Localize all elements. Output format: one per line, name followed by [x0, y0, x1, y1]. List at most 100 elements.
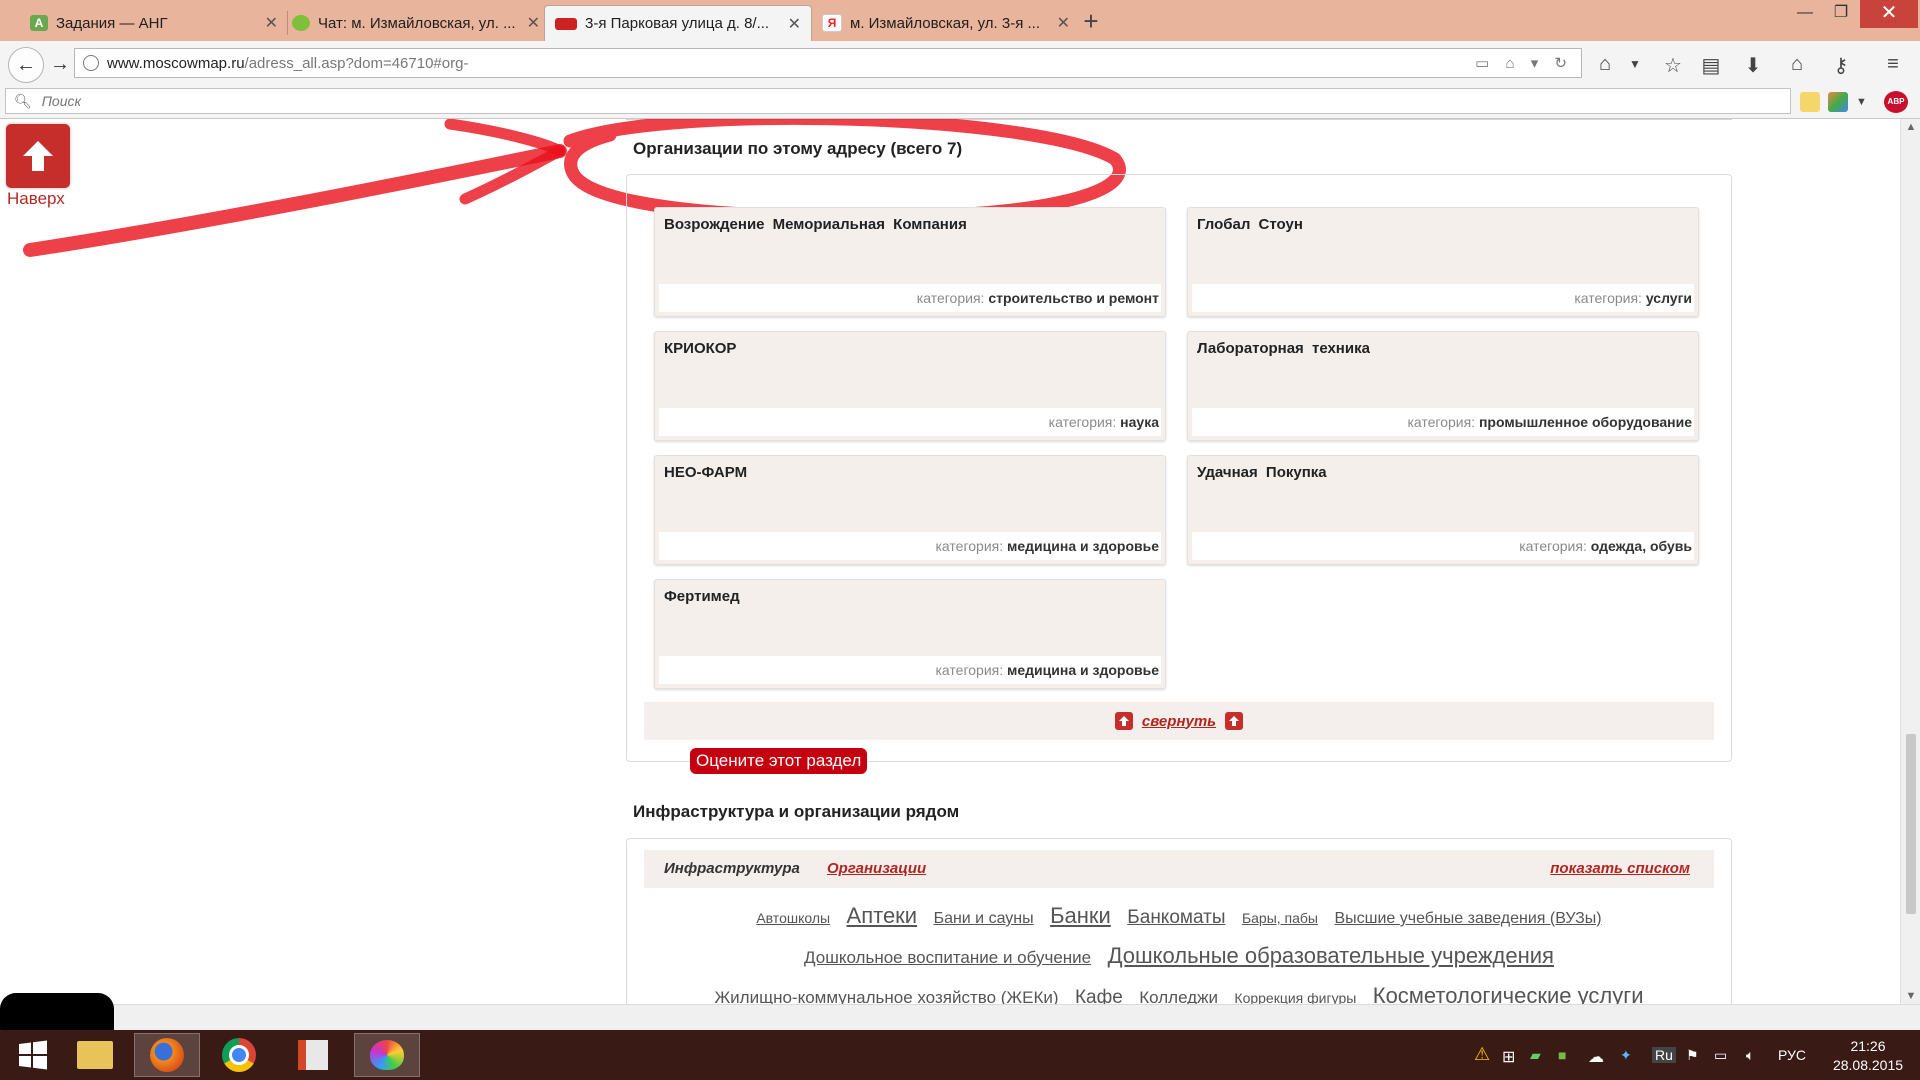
search-input[interactable]	[39, 92, 1790, 110]
category-value[interactable]: промышленное оборудование	[1479, 414, 1692, 430]
system-clock[interactable]: 21:26 28.08.2015	[1822, 1037, 1914, 1075]
org-card[interactable]: Удачная Покупка категория: одежда, обувь	[1187, 455, 1699, 565]
maximize-button[interactable]: ❐	[1818, 0, 1864, 28]
adblock-icon[interactable]: ABP	[1884, 91, 1908, 113]
category-value[interactable]: строительство и ремонт	[988, 290, 1159, 306]
infrastructure-tag[interactable]: Бани и сауны	[934, 910, 1034, 927]
colorful-addon-icon[interactable]	[1828, 92, 1848, 112]
chrome-taskbar[interactable]	[206, 1033, 272, 1077]
infrastructure-tag[interactable]: Высшие учебные заведения (ВУЗы)	[1334, 910, 1601, 927]
nvidia-icon[interactable]: ■	[1558, 1047, 1566, 1063]
collapse-link[interactable]: свернуть	[1142, 713, 1216, 730]
infrastructure-tag[interactable]: Дошкольные образовательные учреждения	[1108, 943, 1554, 968]
file-explorer-taskbar[interactable]	[62, 1033, 128, 1077]
infrastructure-tag[interactable]: Коррекция фигуры	[1234, 990, 1356, 1004]
org-name[interactable]: НЕО-ФАРМ	[664, 464, 747, 481]
infrastructure-tag[interactable]: Колледжи	[1139, 988, 1218, 1004]
back-button[interactable]: ←	[8, 47, 44, 83]
org-name[interactable]: Лабораторная техника	[1197, 340, 1370, 357]
url-host: www.moscowmap.ru	[107, 54, 245, 72]
close-icon[interactable]: ✕	[788, 14, 801, 34]
org-card[interactable]: НЕО-ФАРМ категория: медицина и здоровье	[654, 455, 1166, 565]
windows-flag-icon[interactable]: ⊞	[1502, 1047, 1515, 1067]
tab-chat[interactable]: Чат: м. Измайловская, ул. ... ✕	[282, 5, 550, 41]
close-icon[interactable]: ✕	[265, 13, 278, 33]
org-card[interactable]: Лабораторная техника категория: промышле…	[1187, 331, 1699, 441]
navigation-toolbar: ← → www.moscowmap.ru/adress_all.asp?dom=…	[0, 41, 1920, 87]
cloud-icon[interactable]: ☁	[1588, 1047, 1604, 1067]
infrastructure-tag[interactable]: Косметологические услуги	[1373, 983, 1644, 1004]
close-icon[interactable]: ✕	[527, 13, 540, 33]
show-list-link[interactable]: показать списком	[1550, 860, 1690, 877]
org-name[interactable]: Удачная Покупка	[1197, 464, 1327, 481]
start-button[interactable]	[0, 1033, 66, 1077]
category-value[interactable]: одежда, обувь	[1591, 538, 1692, 554]
tab-izmaylovskaya[interactable]: Я м. Измайловская, ул. 3-я ... ✕	[812, 5, 1080, 41]
network-tray-icon[interactable]: ▰	[1530, 1047, 1541, 1064]
scroll-up-icon[interactable]: ▲	[1901, 121, 1920, 133]
infrastructure-tag[interactable]: Аптеки	[847, 903, 918, 928]
pencil-addon-icon[interactable]	[1800, 92, 1820, 112]
bookmarks-list-icon[interactable]: ▤	[1698, 53, 1724, 78]
infrastructure-tag[interactable]: Бары, пабы	[1242, 910, 1318, 926]
key-icon[interactable]: ⚷	[1828, 53, 1854, 78]
download-icon[interactable]: ⬇	[1740, 53, 1766, 78]
tab-favicon-icon: A	[30, 15, 48, 31]
language-indicator[interactable]: РУС	[1778, 1047, 1806, 1063]
close-window-button[interactable]: ✕	[1860, 0, 1918, 28]
org-card[interactable]: Глобал Стоун категория: услуги	[1187, 207, 1699, 317]
infrastructure-tag[interactable]: Автошколы	[756, 910, 830, 926]
windows-taskbar: ⚠ ⊞ ▰ ■ ☁ ✦ Ru ⚑ ▭ 🔈︎ РУС 21:26 28.08.20…	[0, 1030, 1920, 1080]
infrastructure-tag[interactable]: Банки	[1050, 903, 1111, 928]
address-bar[interactable]: www.moscowmap.ru/adress_all.asp?dom=4671…	[74, 48, 1582, 78]
home-addon-icon[interactable]: ⌂	[1592, 53, 1618, 76]
tab-parkovaya-active[interactable]: 3-я Парковая улица д. 8/... ✕	[544, 5, 812, 41]
infrastructure-tag[interactable]: Кафе	[1075, 987, 1123, 1004]
office-app-taskbar[interactable]	[280, 1033, 346, 1077]
bookmark-star-icon[interactable]: ☆	[1660, 53, 1686, 78]
org-name[interactable]: Глобал Стоун	[1197, 216, 1303, 233]
category-value[interactable]: услуги	[1646, 290, 1692, 306]
infrastructure-tag[interactable]: Жилищно-коммунальное хозяйство (ЖЕКи)	[714, 988, 1058, 1004]
org-name[interactable]: Возрождение Мемориальная Компания	[664, 216, 967, 233]
volume-icon[interactable]: 🔈︎	[1746, 1047, 1754, 1064]
warning-icon[interactable]: ⚠	[1474, 1044, 1490, 1065]
moscowmap-favicon-icon	[555, 17, 577, 30]
org-card[interactable]: Фертимед категория: медицина и здоровье	[654, 579, 1166, 689]
category-value[interactable]: медицина и здоровье	[1007, 662, 1159, 678]
scroll-down-icon[interactable]: ▼	[1901, 990, 1920, 1002]
home-icon[interactable]: ⌂	[1784, 53, 1810, 76]
org-name[interactable]: Фертимед	[664, 588, 740, 605]
category-value[interactable]: медицина и здоровье	[1007, 538, 1159, 554]
monitor-icon[interactable]: ▭	[1714, 1047, 1727, 1064]
org-category: категория: медицина и здоровье	[659, 656, 1161, 684]
infrastructure-tag[interactable]: Банкоматы	[1127, 907, 1225, 928]
folder-icon	[77, 1041, 113, 1069]
tab-infrastructure[interactable]: Инфраструктура	[664, 860, 800, 877]
close-icon[interactable]: ✕	[1057, 13, 1070, 33]
new-tab-button[interactable]: +	[1080, 6, 1102, 36]
org-name[interactable]: КРИОКОР	[664, 340, 736, 357]
vertical-scrollbar[interactable]: ▲ ▼	[1900, 119, 1920, 1004]
dropdown-arrow-icon[interactable]: ▼	[1622, 57, 1648, 71]
flag-x-icon[interactable]: ⚑	[1686, 1047, 1699, 1064]
reader-bookmark-reload-icons[interactable]: ▭ ⌂ ▾ ↻	[1475, 54, 1573, 72]
search-field[interactable]: 🔍︎	[5, 88, 1791, 114]
teamviewer-icon[interactable]: ✦	[1620, 1047, 1632, 1064]
menu-icon[interactable]: ≡	[1880, 53, 1906, 76]
infrastructure-tag[interactable]: Дошкольное воспитание и обучение	[804, 948, 1091, 967]
forward-button[interactable]: →	[46, 50, 74, 78]
dropdown-arrow-icon[interactable]: ▼	[1856, 92, 1870, 112]
category-value[interactable]: наука	[1120, 414, 1159, 430]
paint-taskbar[interactable]	[354, 1033, 420, 1077]
firefox-taskbar[interactable]	[134, 1033, 200, 1077]
tab-zadaniya[interactable]: A Задания — АНГ ✕	[20, 5, 288, 41]
tab-title: Чат: м. Измайловская, ул. ...	[318, 14, 516, 32]
org-card[interactable]: КРИОКОР категория: наука	[654, 331, 1166, 441]
scrollbar-thumb[interactable]	[1906, 734, 1916, 914]
input-language-indicator[interactable]: Ru	[1652, 1047, 1676, 1063]
org-card[interactable]: Возрождение Мемориальная Компания катего…	[654, 207, 1166, 317]
rate-section-button[interactable]: Оцените этот раздел	[690, 748, 868, 774]
tab-organizations[interactable]: Организации	[827, 860, 926, 877]
org-category: категория: одежда, обувь	[1192, 532, 1694, 560]
